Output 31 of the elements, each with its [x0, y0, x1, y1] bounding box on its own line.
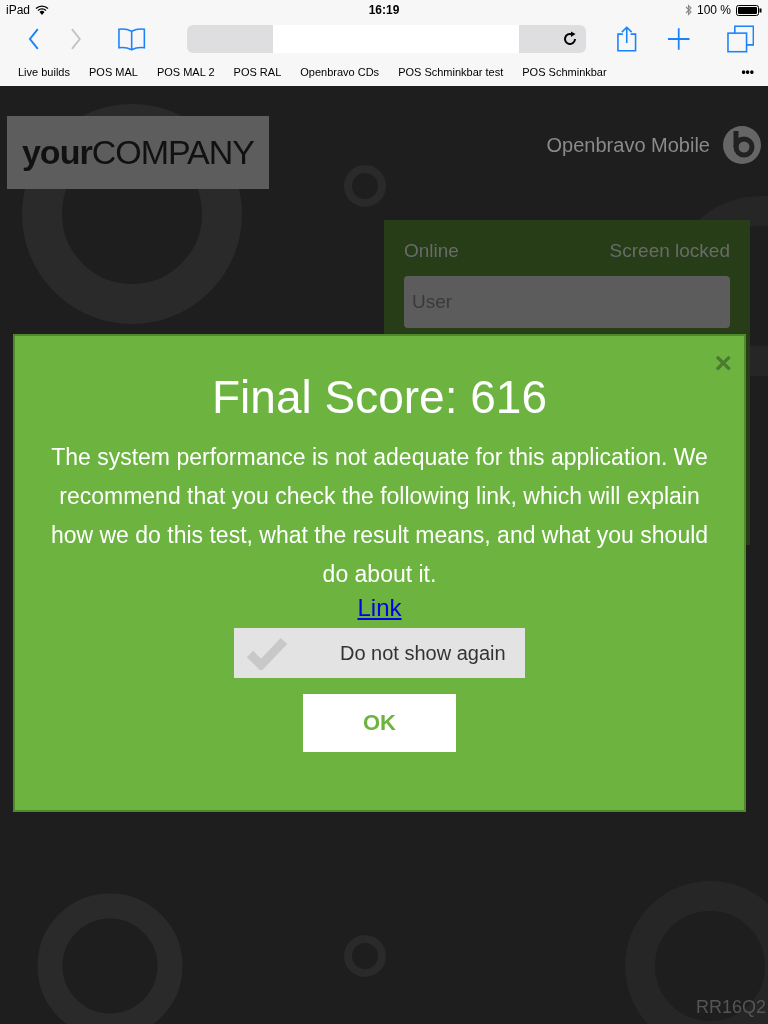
- do-not-show-checkbox[interactable]: Do not show again: [234, 628, 525, 678]
- lock-status: Screen locked: [609, 240, 730, 262]
- address-field[interactable]: [186, 25, 586, 53]
- connection-status: Online: [404, 240, 459, 262]
- back-icon[interactable]: [28, 28, 40, 50]
- bookmark-link[interactable]: POS MAL: [89, 66, 138, 78]
- clock-time: 16:19: [368, 3, 400, 17]
- bookmark-link[interactable]: POS Schminkbar: [522, 66, 607, 78]
- check-icon: [246, 636, 288, 670]
- openbravo-logo-icon: [722, 125, 762, 165]
- reload-icon[interactable]: [561, 31, 578, 47]
- bluetooth-icon: [684, 4, 692, 16]
- dialog-message: The system performance is not adequate for this application. We recommend that you check the following link, which will explain how we do this test, what the result means, and what you should do about it.: [49, 443, 710, 589]
- device-name: iPad: [6, 3, 31, 17]
- bookmark-link[interactable]: POS MAL 2: [156, 66, 215, 78]
- info-link[interactable]: Link: [357, 594, 402, 622]
- new-tab-icon[interactable]: [667, 27, 691, 51]
- bookmark-link[interactable]: POS Schminkbar test: [398, 66, 504, 78]
- bookmark-link[interactable]: Openbravo CDs: [300, 66, 380, 78]
- battery-percent: 100 %: [696, 3, 731, 17]
- wifi-icon: [35, 5, 50, 15]
- app-name: Openbravo Mobile: [546, 133, 710, 157]
- battery-icon: [736, 4, 762, 16]
- dialog-title: Final Score: 616: [212, 370, 547, 424]
- bookmark-link[interactable]: POS RAL: [233, 66, 282, 78]
- share-icon[interactable]: [615, 25, 638, 53]
- company-logo: yourCOMPANY: [7, 116, 269, 189]
- more-bookmarks-button[interactable]: •••: [741, 65, 754, 79]
- bookmark-link[interactable]: Live builds: [18, 66, 70, 78]
- bookmarks-icon[interactable]: [117, 27, 147, 51]
- tabs-icon[interactable]: [726, 25, 754, 53]
